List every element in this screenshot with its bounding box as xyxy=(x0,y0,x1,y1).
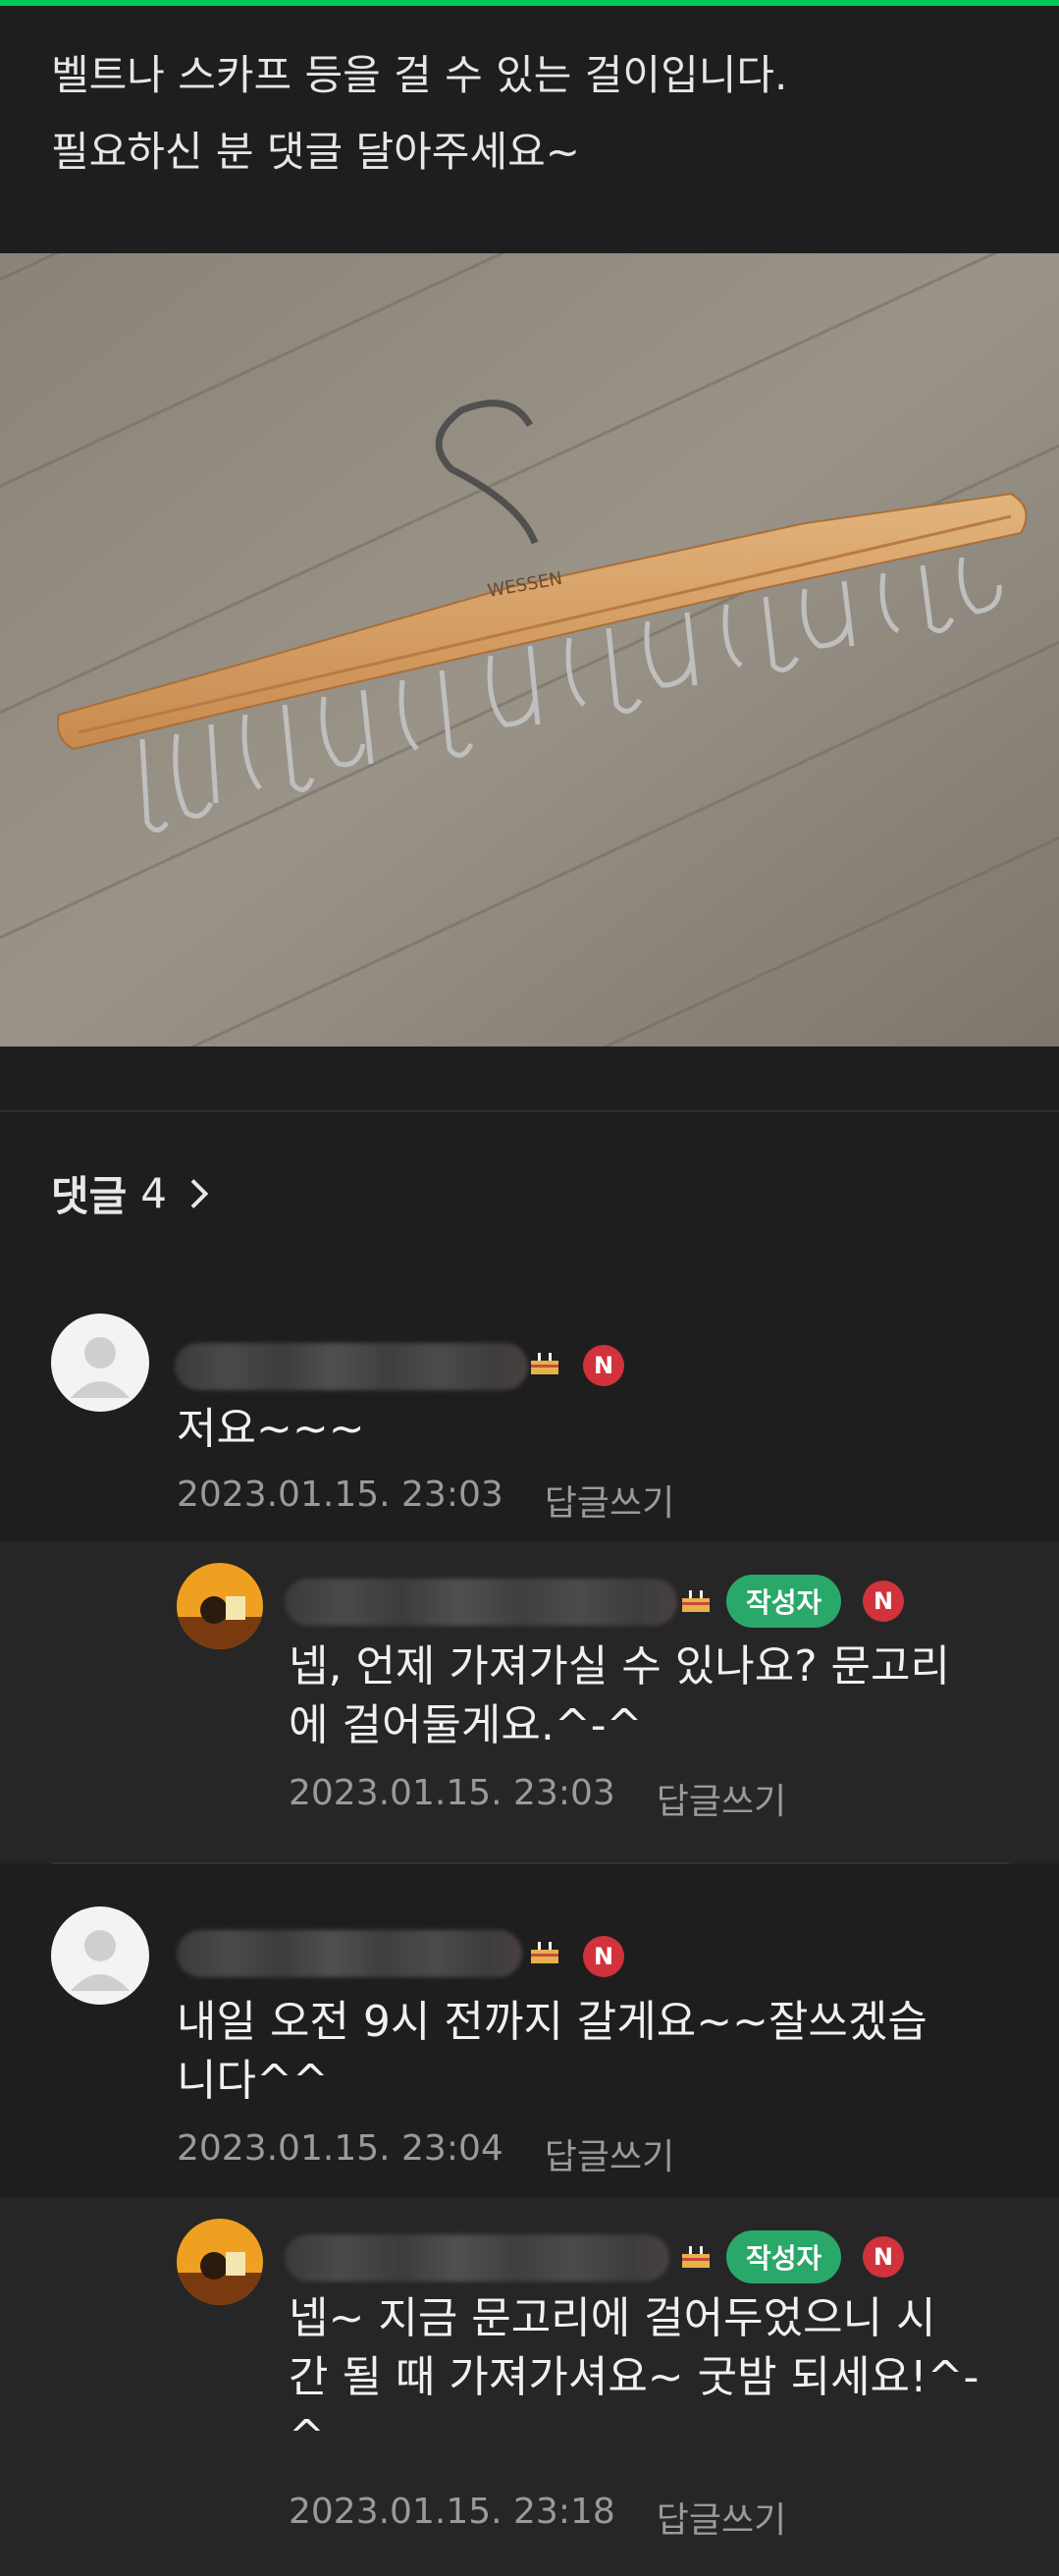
comment-text-line: 내일 오전 9시 전까지 갈게요~~잘쓰겠습 xyxy=(177,1997,927,2047)
author-name-blurred[interactable] xyxy=(285,2234,669,2281)
section-divider xyxy=(0,1110,1059,1112)
comments-label: 댓글 xyxy=(51,1172,128,1220)
comment-meta: 2023.01.15. 23:03 답글쓰기 xyxy=(289,1773,786,1824)
author-name-blurred[interactable] xyxy=(177,1930,522,1977)
author-badge: 작성자 xyxy=(726,2230,842,2283)
cake-icon xyxy=(682,2246,710,2268)
avatar[interactable] xyxy=(51,1906,149,2005)
comment-text-line: 간 될 때 가져가셔요~ 굿밤 되세요!^- xyxy=(289,2352,980,2402)
comments-header[interactable]: 댓글 4 xyxy=(51,1163,216,1223)
comment-text: 넵~ 지금 문고리에 걸어두었으니 시 간 될 때 가져가셔요~ 굿밤 되세요!… xyxy=(289,2289,979,2466)
comment-item: N 저요~~~ 2023.01.15. 23:03 답글쓰기 xyxy=(0,1296,1059,1541)
new-badge: N xyxy=(583,1345,624,1386)
top-accent-bar xyxy=(0,0,1059,6)
new-badge: N xyxy=(583,1936,624,1977)
profile-image xyxy=(177,2219,263,2305)
comment-item: N 내일 오전 9시 전까지 갈게요~~잘쓰겠습 니다^^ 2023.01.15… xyxy=(0,1865,1059,2197)
default-user-icon xyxy=(71,1337,130,1398)
comments-count: 4 xyxy=(140,1169,168,1217)
comment-text-line: 에 걸어둘게요.^-^ xyxy=(289,1700,643,1750)
cake-icon xyxy=(531,1942,558,1963)
comment-date: 2023.01.15. 23:03 xyxy=(289,1773,615,1813)
default-user-icon xyxy=(71,1930,130,1991)
comment-text: 넵, 언제 가져가실 수 있나요? 문고리 에 걸어둘게요.^-^ xyxy=(289,1637,950,1755)
post-line-1: 벨트나 스카프 등을 걸 수 있는 걸이입니다. xyxy=(51,51,788,99)
comment-text-line: 넵, 언제 가져가실 수 있나요? 문고리 xyxy=(289,1641,950,1691)
comment-separator xyxy=(51,1862,1009,1864)
comment-text-line: ^ xyxy=(289,2411,325,2461)
post-photo[interactable]: WESSEN xyxy=(0,253,1059,1046)
cake-icon xyxy=(531,1353,558,1374)
author-name-blurred[interactable] xyxy=(175,1343,528,1390)
reply-button[interactable]: 답글쓰기 xyxy=(657,1773,786,1824)
post-line-2: 필요하신 분 댓글 달아주세요~ xyxy=(51,128,580,176)
author-name-blurred[interactable] xyxy=(285,1579,677,1626)
post-body: 벨트나 스카프 등을 걸 수 있는 걸이입니다. 필요하신 분 댓글 달아주세요… xyxy=(51,37,1013,190)
avatar[interactable] xyxy=(177,1563,263,1649)
comment-meta: 2023.01.15. 23:03 답글쓰기 xyxy=(177,1475,674,1526)
comment-text: 저요~~~ xyxy=(177,1400,365,1459)
profile-image xyxy=(177,1563,263,1649)
chevron-right-icon xyxy=(190,1178,209,1208)
reply-button[interactable]: 답글쓰기 xyxy=(545,1475,674,1526)
reply-button[interactable]: 답글쓰기 xyxy=(545,2128,674,2179)
comment-text: 내일 오전 9시 전까지 갈게요~~잘쓰겠습 니다^^ xyxy=(177,1993,927,2111)
comment-text-line: 저요~~~ xyxy=(177,1404,365,1454)
reply-button[interactable]: 답글쓰기 xyxy=(657,2492,786,2543)
comment-text-line: 니다^^ xyxy=(177,2056,329,2106)
reply-item: 작성자 N 넵, 언제 가져가실 수 있나요? 문고리 에 걸어둘게요.^-^ … xyxy=(0,1541,1059,1863)
new-badge: N xyxy=(863,1581,904,1622)
author-badge: 작성자 xyxy=(726,1575,842,1628)
comment-meta: 2023.01.15. 23:04 답글쓰기 xyxy=(177,2128,674,2179)
comment-date: 2023.01.15. 23:18 xyxy=(289,2492,615,2532)
comment-text-line: 넵~ 지금 문고리에 걸어두었으니 시 xyxy=(289,2293,936,2343)
comment-meta: 2023.01.15. 23:18 답글쓰기 xyxy=(289,2492,786,2543)
comment-date: 2023.01.15. 23:04 xyxy=(177,2128,503,2169)
cake-icon xyxy=(682,1590,710,1612)
comment-date: 2023.01.15. 23:03 xyxy=(177,1475,503,1515)
reply-item: 작성자 N 넵~ 지금 문고리에 걸어두었으니 시 간 될 때 가져가셔요~ 굿… xyxy=(0,2197,1059,2576)
avatar[interactable] xyxy=(51,1314,149,1412)
avatar[interactable] xyxy=(177,2219,263,2305)
new-badge: N xyxy=(863,2236,904,2278)
